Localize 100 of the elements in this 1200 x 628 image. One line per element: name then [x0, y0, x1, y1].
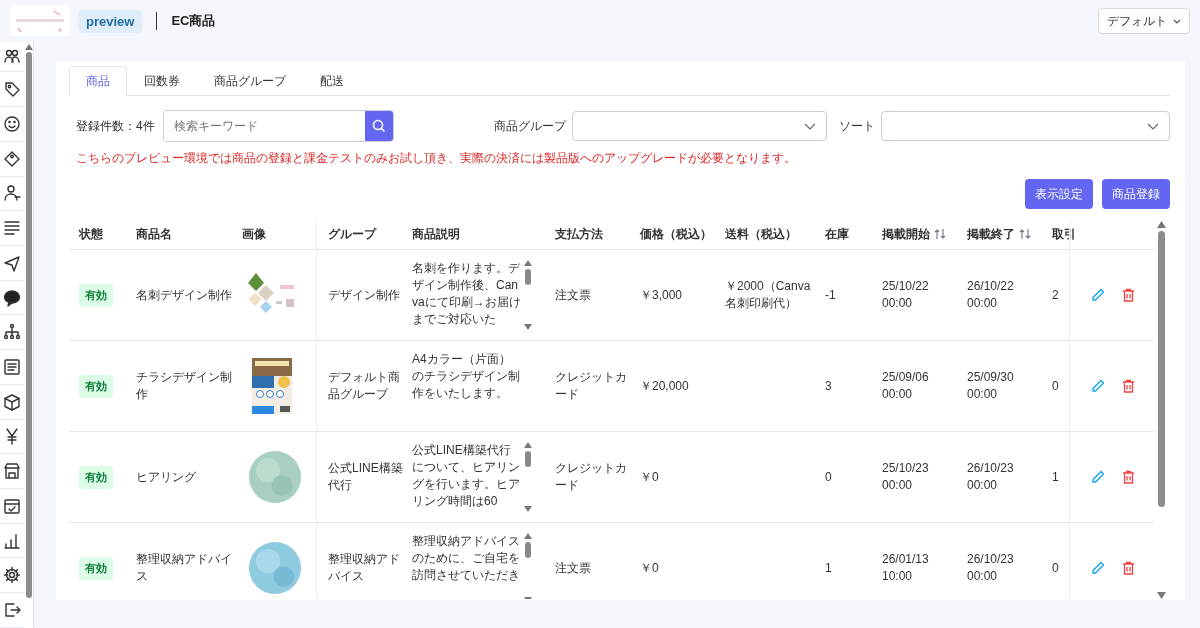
- table-cell: 注文票: [555, 559, 591, 577]
- table-cell-text: 25/10/22 00:00: [882, 278, 930, 312]
- person-icon[interactable]: [3, 184, 21, 203]
- table-cell: 3: [825, 377, 832, 395]
- tab[interactable]: 回数券: [127, 66, 197, 96]
- gear-icon[interactable]: [3, 566, 21, 585]
- chat-bubble-icon[interactable]: [3, 288, 21, 307]
- scroll-down-icon[interactable]: [524, 324, 532, 330]
- table-cell-text: A4カラー（片面）のチラシデザイン制作をいたします。: [412, 351, 521, 402]
- store-icon[interactable]: [3, 462, 21, 481]
- table-cell-text: 26/10/22 00:00: [967, 278, 1015, 312]
- table-cell: ￥0: [640, 468, 659, 486]
- chevron-down-icon: [804, 122, 816, 130]
- document-icon[interactable]: [3, 358, 21, 377]
- table-cell-text: 26/10/23 00:00: [967, 460, 1015, 494]
- table-cell-text: 整理収納アドバイス: [136, 551, 233, 585]
- table-cell: 0: [1052, 559, 1059, 577]
- scroll-up-icon[interactable]: [1157, 221, 1166, 228]
- bar-chart-icon[interactable]: [3, 531, 21, 550]
- calendar-icon[interactable]: [3, 496, 21, 515]
- people-icon[interactable]: [3, 47, 21, 66]
- search-field[interactable]: 検索キーワード: [162, 110, 394, 142]
- table-cell-text: クレジットカード: [555, 369, 628, 403]
- table-cell: 2: [1052, 286, 1059, 304]
- box-icon[interactable]: [3, 392, 21, 411]
- chevron-down-icon: [1173, 18, 1181, 24]
- scrollbar-thumb[interactable]: [25, 52, 32, 598]
- scrollbar-thumb[interactable]: [1158, 231, 1165, 507]
- scrollbar-thumb[interactable]: [525, 451, 531, 467]
- pencil-icon[interactable]: [1091, 470, 1105, 484]
- scrollbar-thumb[interactable]: [525, 269, 531, 285]
- table-cell-text: 26/10/23 00:00: [967, 551, 1015, 585]
- hierarchy-icon[interactable]: [3, 323, 21, 342]
- table-cell: 公式LINE構築代行: [328, 460, 404, 494]
- tag-icon[interactable]: [3, 80, 21, 99]
- table-cell-text: 25/10/23 00:00: [882, 460, 930, 494]
- column-header[interactable]: 掲載終了: [967, 225, 1031, 243]
- table-cell: 名刺デザイン制作: [136, 286, 232, 304]
- scroll-up-icon[interactable]: [24, 44, 33, 50]
- table-cell-text: 整理収納アドバイスのために、ご自宅を訪問させていただき: [412, 533, 521, 584]
- table-cell: 注文票: [555, 286, 591, 304]
- table-cell: 1: [825, 559, 832, 577]
- tab[interactable]: 商品グループ: [197, 66, 303, 96]
- list-icon[interactable]: [3, 219, 21, 238]
- pencil-icon[interactable]: [1091, 561, 1105, 575]
- table-cell-text: ￥2000（Canva名刺印刷代）: [725, 278, 812, 312]
- column-header: 支払方法: [555, 225, 603, 243]
- status-badge: 有効: [79, 465, 113, 489]
- column-header: 商品説明: [412, 225, 460, 243]
- table-cell-text: 25/09/30 00:00: [967, 369, 1015, 403]
- action-button[interactable]: 商品登録: [1102, 179, 1170, 209]
- pencil-icon[interactable]: [1091, 288, 1105, 302]
- search-button[interactable]: [364, 111, 393, 141]
- column-header[interactable]: 掲載開始: [882, 225, 946, 243]
- scroll-up-icon[interactable]: [524, 260, 532, 266]
- table-cell: 0: [825, 468, 832, 486]
- sort-icon[interactable]: [1019, 228, 1031, 240]
- scroll-up-icon[interactable]: [524, 442, 532, 448]
- scroll-down-icon[interactable]: [1157, 592, 1166, 599]
- column-header: 状態: [79, 225, 103, 243]
- trash-icon[interactable]: [1122, 561, 1135, 575]
- preview-notice: こちらのプレビュー環境では商品の登録と課金テストのみお試し頂き、実際の決済には製品版へのアップグレードが必要となります。: [75, 150, 797, 167]
- column-header: 価格（税込）: [640, 225, 712, 243]
- table-cell: ヒアリング: [136, 468, 196, 486]
- table-cell-text: 公式LINE構築代行について、ヒアリングを行います。ヒアリング時間は60: [412, 442, 521, 510]
- table-cell-text: 整理収納アドバイス: [328, 551, 401, 585]
- tab[interactable]: 配送: [303, 66, 361, 96]
- tab[interactable]: 商品: [69, 66, 127, 96]
- sort-icon[interactable]: [934, 228, 946, 240]
- ticket-icon[interactable]: [3, 149, 21, 168]
- trash-icon[interactable]: [1122, 288, 1135, 302]
- pencil-icon[interactable]: [1091, 379, 1105, 393]
- view-select[interactable]: デフォルト: [1098, 8, 1190, 34]
- column-header: 送料（税込）: [725, 225, 797, 243]
- column-header: 商品名: [136, 225, 172, 243]
- paper-plane-icon[interactable]: [3, 253, 21, 272]
- trash-icon[interactable]: [1122, 470, 1135, 484]
- scrollbar-thumb[interactable]: [525, 542, 531, 558]
- table-cell-text: デフォルト商品グループ: [328, 369, 401, 403]
- table-cell: -1: [825, 286, 836, 304]
- logout-icon[interactable]: [3, 601, 21, 620]
- trash-icon[interactable]: [1122, 379, 1135, 393]
- search-icon: [371, 119, 386, 133]
- table-cell-text: 25/09/06 00:00: [882, 369, 930, 403]
- status-badge: 有効: [79, 283, 113, 307]
- field-label: ソート: [839, 117, 875, 135]
- page-title: EC商品: [171, 12, 216, 30]
- scroll-up-icon[interactable]: [524, 533, 532, 539]
- scroll-down-icon[interactable]: [524, 506, 532, 512]
- table-cell-text: 名刺を作ります。デザイン制作後、Canvaにて印刷→お届けまでご対応いた: [412, 260, 522, 328]
- column-header: 画像: [242, 225, 266, 243]
- table-cell: 1: [1052, 468, 1059, 486]
- status-badge: 有効: [79, 556, 113, 580]
- table-cell: 0: [1052, 377, 1059, 395]
- column-header: グループ: [328, 225, 376, 243]
- smiley-icon[interactable]: [3, 115, 21, 133]
- table-cell: デザイン制作: [328, 286, 400, 304]
- action-button[interactable]: 表示設定: [1025, 179, 1093, 209]
- table-cell: ￥0: [640, 559, 659, 577]
- record-count: 登録件数：4件: [76, 117, 155, 135]
